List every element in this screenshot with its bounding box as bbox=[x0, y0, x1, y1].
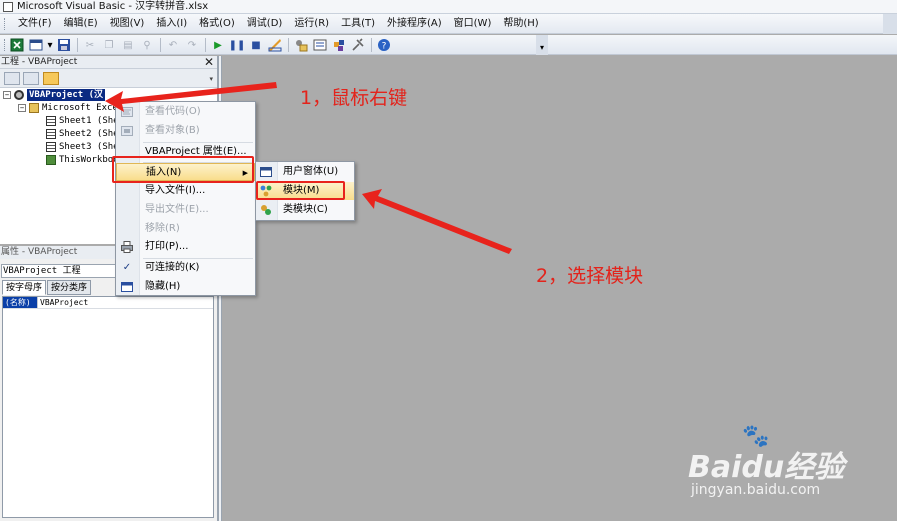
watermark-url: jingyan.baidu.com bbox=[691, 482, 821, 498]
annotation-step1: 1，鼠标右键 bbox=[300, 87, 408, 109]
baidu-watermark: 🐾 Baidu经验 jingyan.baidu.com bbox=[688, 424, 858, 504]
arrow-step1 bbox=[105, 82, 277, 112]
annotation-step2: 2，选择模块 bbox=[536, 265, 644, 287]
watermark-brand: Baidu经验 bbox=[688, 450, 845, 485]
arrow-step2 bbox=[362, 189, 512, 254]
